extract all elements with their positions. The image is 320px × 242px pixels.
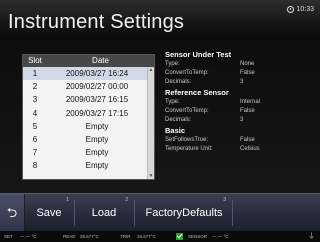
slot-date: 2009/03/27 16:24 <box>65 69 129 78</box>
info-row: ConvertToTemp: False <box>165 69 315 78</box>
slot-row-selected[interactable]: 1 2009/03/27 16:24 <box>23 67 147 81</box>
slot-row[interactable]: 4 2009/03/27 17:15 <box>23 107 147 120</box>
slot-date: 2009/03/27 16:15 <box>65 95 129 105</box>
info-value: False <box>240 108 255 114</box>
save-button[interactable]: Save 1 <box>25 194 73 232</box>
read-value: 25.677°C <box>80 234 99 239</box>
set-label: SET <box>4 234 13 239</box>
trir-value: 25.677°C <box>137 234 156 239</box>
slot-rows: 1 2009/03/27 16:24 2 2009/02/27 00:00 3 … <box>23 67 147 179</box>
slot-number: 4 <box>32 108 38 118</box>
divider <box>134 200 135 226</box>
sensor-under-test-title: Sensor Under Test <box>165 50 232 59</box>
slot-number: 1 <box>32 69 38 78</box>
slot-date: Empty <box>85 134 109 144</box>
info-label: Temperature Unit: <box>165 146 213 152</box>
info-row: Decimals: 3 <box>165 116 315 125</box>
info-value: Celsius <box>240 146 260 152</box>
info-row: Type: None <box>165 60 315 69</box>
slot-date: Empty <box>85 121 109 131</box>
info-label: Type: <box>165 61 180 67</box>
slot-list-header: Slot Date <box>23 55 154 67</box>
load-label: Load <box>91 207 117 219</box>
scroll-down-icon[interactable]: ▼ <box>148 173 154 179</box>
slot-date: 2009/03/27 17:15 <box>65 108 129 118</box>
slot-list-scrollbar[interactable]: ▲ ▼ <box>147 67 154 179</box>
function-button-bar: ⮌ Save 1 Load 2 FactoryDefaults 3 <box>0 193 320 232</box>
slot-number: 8 <box>32 161 38 171</box>
factory-defaults-key-number: 3 <box>223 197 226 203</box>
slot-number: 3 <box>32 95 38 105</box>
info-label: Type: <box>165 99 180 105</box>
load-key-number: 2 <box>125 197 128 203</box>
info-label: ConvertToTemp: <box>165 70 209 76</box>
connection-icon: ⏚ <box>308 233 315 240</box>
info-row: ConvertToTemp: False <box>165 107 315 116</box>
slot-column-header: Slot <box>28 56 42 65</box>
back-button[interactable]: ⮌ <box>0 194 25 232</box>
content-panel: Slot Date 1 2009/03/27 16:24 2 2009/02/2… <box>0 40 320 193</box>
slot-row[interactable]: 5 Empty <box>23 120 147 133</box>
info-value: None <box>240 61 255 67</box>
info-row: Decimals: 3 <box>165 78 315 87</box>
reference-sensor-title: Reference Sensor <box>165 88 229 97</box>
trir-label: TRIR <box>120 234 131 239</box>
save-label: Save <box>36 207 62 219</box>
info-value: 3 <box>240 117 244 123</box>
slot-row[interactable]: 2 2009/02/27 00:00 <box>23 80 147 93</box>
info-value: False <box>240 137 255 143</box>
header-bar: Instrument Settings 10:33 <box>0 0 320 40</box>
info-label: Decimals: <box>165 79 192 85</box>
slot-date: Empty <box>85 161 109 171</box>
scroll-up-icon[interactable]: ▲ <box>148 67 154 73</box>
slot-row[interactable]: 7 Empty <box>23 146 147 159</box>
info-label: ConvertToTemp: <box>165 108 209 114</box>
sensor-label: SENSOR <box>188 234 208 239</box>
slot-date: Empty <box>85 148 109 158</box>
clock: 10:33 <box>287 6 314 13</box>
info-value: False <box>240 70 255 76</box>
clock-icon <box>287 6 295 13</box>
date-column-header: Date <box>92 56 109 65</box>
slot-row[interactable]: 3 2009/03/27 16:15 <box>23 93 147 106</box>
info-label: SetFollowsTrue: <box>165 137 209 143</box>
slot-number: 7 <box>32 148 38 158</box>
instrument-settings-screen: Instrument Settings 10:33 Slot Date 1 20… <box>0 0 320 242</box>
load-button[interactable]: Load 2 <box>76 194 132 232</box>
settings-info-panel: Sensor Under Test Type: None ConvertToTe… <box>165 49 315 154</box>
info-value: 3 <box>240 79 244 85</box>
slot-row[interactable]: 6 Empty <box>23 133 147 146</box>
basic-title: Basic <box>165 126 186 135</box>
slot-date: 2009/02/27 00:00 <box>65 82 129 92</box>
slot-number: 2 <box>32 82 38 92</box>
sensor-value: —.— °C <box>212 234 229 239</box>
set-value: —.— °C <box>20 234 37 239</box>
info-row: SetFollowsTrue: False <box>165 136 315 145</box>
status-bar: SET —.— °C READ 25.677°C TRIR 25.677°C S… <box>0 231 320 242</box>
factory-defaults-button[interactable]: FactoryDefaults 3 <box>138 194 230 232</box>
factory-defaults-label: FactoryDefaults <box>145 207 223 219</box>
slot-list[interactable]: Slot Date 1 2009/03/27 16:24 2 2009/02/2… <box>22 54 155 180</box>
info-row: Temperature Unit: Celsius <box>165 145 315 154</box>
slot-row[interactable]: 8 Empty <box>23 159 147 172</box>
info-row: Type: Internal <box>165 98 315 107</box>
clock-time: 10:33 <box>296 6 314 13</box>
divider <box>232 200 233 226</box>
back-arrow-icon: ⮌ <box>6 205 18 220</box>
divider <box>74 200 75 226</box>
page-title: Instrument Settings <box>8 11 185 33</box>
slot-number: 5 <box>32 121 38 131</box>
check-icon <box>176 233 183 240</box>
save-key-number: 1 <box>66 197 69 203</box>
info-label: Decimals: <box>165 117 192 123</box>
slot-number: 6 <box>32 134 38 144</box>
info-value: Internal <box>240 99 261 105</box>
read-label: READ <box>63 234 76 239</box>
